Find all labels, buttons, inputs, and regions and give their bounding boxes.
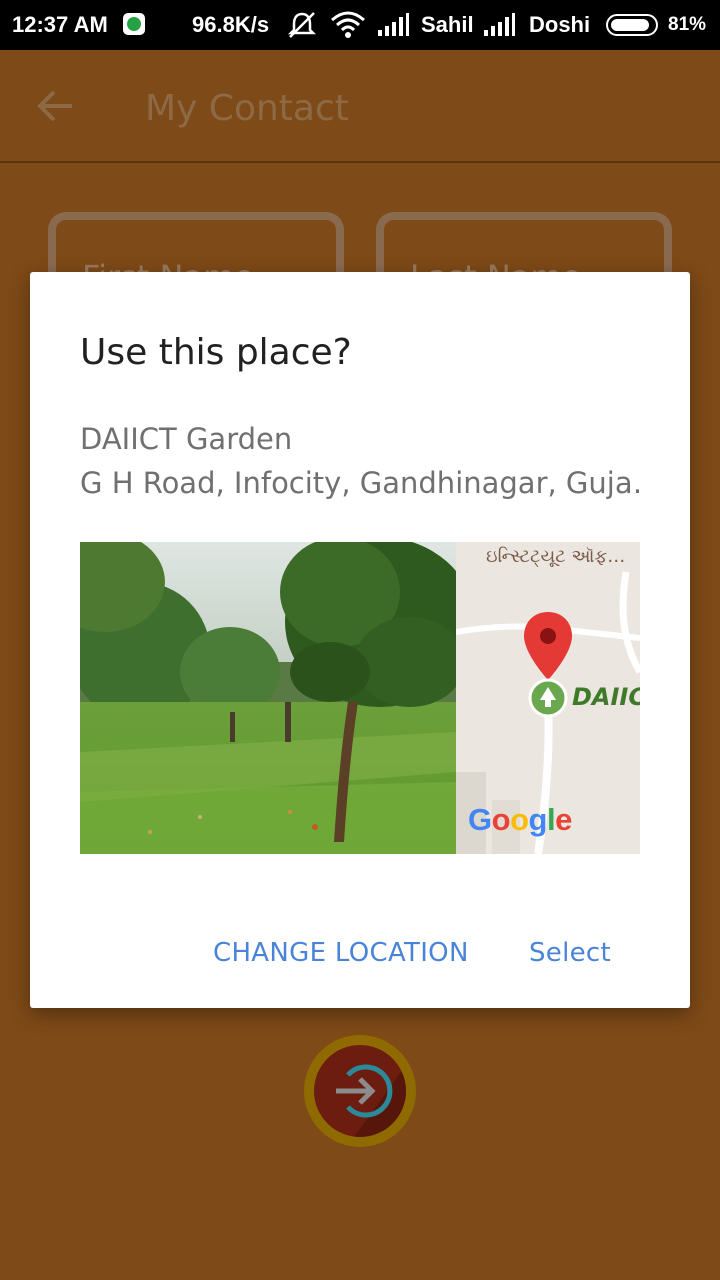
place-address: G H Road, Infocity, Gandhinagar, Guja… <box>80 466 640 500</box>
carrier-name-2: Doshi <box>529 12 591 37</box>
battery-icon <box>606 14 658 36</box>
app-bar: My Contact <box>0 50 720 163</box>
status-time: 12:37 AM <box>12 12 108 37</box>
map-place-label: DAIIC <box>572 683 640 711</box>
page-title: My Contact <box>145 88 349 129</box>
google-logo: Google <box>468 802 572 837</box>
submit-button-inner <box>314 1045 406 1137</box>
carrier-name-1: Sahil <box>421 12 474 37</box>
whatsapp-icon <box>123 13 145 35</box>
wifi-icon <box>331 11 365 38</box>
select-button[interactable]: Select <box>529 938 611 968</box>
arrow-forward-icon <box>336 1064 406 1137</box>
back-arrow-icon[interactable] <box>36 88 76 124</box>
network-speed: 96.8K/s <box>192 12 270 37</box>
signal-icon-sim2 <box>484 13 515 36</box>
submit-button[interactable] <box>304 1035 416 1147</box>
place-name: DAIICT Garden <box>80 422 293 456</box>
battery-percent: 81% <box>668 14 707 35</box>
park-icon <box>528 678 568 718</box>
mute-icon <box>287 12 317 38</box>
map-label-gujarati: ઇન્સ્ટિટ્યૂટ ઑફ… <box>486 546 626 567</box>
place-map-thumbnail: ઇન્સ્ટિટ્યૂટ ઑફ… DAIIC Google <box>456 542 640 854</box>
status-bar: 12:37 AM 96.8K/s Sahil Doshi 81% <box>0 0 720 50</box>
place-photo <box>80 542 456 854</box>
dialog-title: Use this place? <box>80 332 352 373</box>
place-picker-dialog: Use this place? DAIICT Garden G H Road, … <box>30 272 690 1008</box>
signal-icon-sim1 <box>378 13 409 36</box>
change-location-button[interactable]: CHANGE LOCATION <box>213 938 469 968</box>
